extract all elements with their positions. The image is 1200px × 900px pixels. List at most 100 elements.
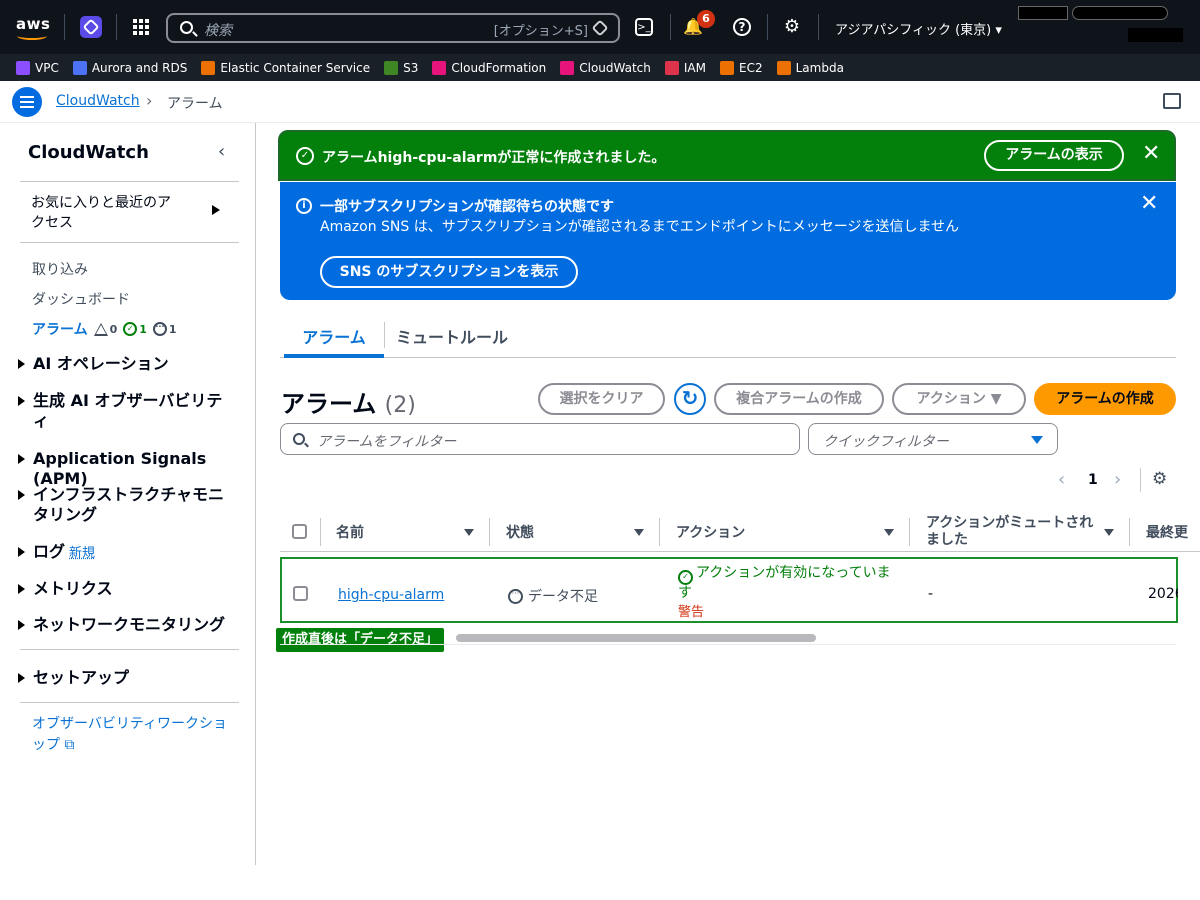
page-title: アラーム (2) xyxy=(281,390,416,418)
sidebar-workshop-link[interactable]: オブザーバビリティワークショップ ⧉ xyxy=(32,714,232,756)
caret-right-icon[interactable] xyxy=(212,205,220,215)
refresh-button[interactable]: ↻ xyxy=(674,383,706,415)
favorite-cloudformation[interactable]: CloudFormation xyxy=(432,60,546,75)
q-search-icon xyxy=(591,19,609,37)
caret-right-icon xyxy=(18,673,25,683)
favorite-ec2[interactable]: EC2 xyxy=(720,60,763,75)
column-header-last-updated[interactable]: 最終更 xyxy=(1146,525,1200,542)
view-alarm-button[interactable]: アラームの表示 xyxy=(984,140,1124,171)
create-composite-alarm-button[interactable]: 複合アラームの作成 xyxy=(714,383,884,415)
aws-logo[interactable]: aws xyxy=(16,15,50,40)
sidebar-section-infrastructure-monitoring[interactable]: インフラストラクチャモニタリング xyxy=(18,485,233,525)
quick-filter-select[interactable]: クイックフィルター xyxy=(808,423,1058,455)
user-redacted[interactable] xyxy=(1128,28,1183,42)
favorite-iam[interactable]: IAM xyxy=(664,60,706,75)
sidebar-section-metrics[interactable]: メトリクス xyxy=(18,579,233,599)
caret-right-icon xyxy=(18,396,25,406)
sidebar-section-genai-observability[interactable]: 生成 AI オブザーバビリティ xyxy=(18,391,233,431)
sort-icon[interactable] xyxy=(634,529,644,536)
create-alarm-button[interactable]: アラームの作成 xyxy=(1034,383,1176,415)
sidebar-section-application-signals[interactable]: Application Signals (APM) xyxy=(18,449,233,489)
view-sns-subscriptions-button[interactable]: SNS のサブスクリプションを表示 xyxy=(320,256,578,288)
account-id-redacted[interactable] xyxy=(1072,6,1168,20)
favorite-aurora-and-rds[interactable]: Aurora and RDS xyxy=(72,60,187,75)
amazon-q-icon[interactable] xyxy=(80,16,102,38)
table-row: high-cpu-alarm ··· データ不足 ✓ アクションが有効になっています… xyxy=(280,557,1178,623)
sidebar-collapse-icon[interactable]: ‹ xyxy=(218,141,225,162)
sort-icon[interactable] xyxy=(1104,529,1114,536)
column-header-name[interactable]: 名前 xyxy=(336,525,364,542)
warning-icon xyxy=(93,322,108,336)
external-link-icon: ⧉ xyxy=(64,737,75,753)
alarm-name-link[interactable]: high-cpu-alarm xyxy=(338,587,444,603)
alarm-state: ··· データ不足 xyxy=(508,586,598,606)
close-icon[interactable]: ✕ xyxy=(1142,142,1160,166)
sidebar-section-ai-operations[interactable]: AI オペレーション xyxy=(18,354,233,374)
sidebar-favorites-recent[interactable]: お気に入りと最近のアクセス xyxy=(31,193,171,233)
global-search-input[interactable]: 検索 [オプション+S] xyxy=(166,13,620,43)
sidebar-title: CloudWatch xyxy=(28,142,149,163)
search-shortcut-hint: [オプション+S] xyxy=(493,24,588,39)
caret-down-icon xyxy=(1031,436,1043,444)
region-selector[interactable]: アジアパシフィック (東京) ▾ xyxy=(835,19,1002,38)
clear-selection-button[interactable]: 選択をクリア xyxy=(538,383,665,415)
new-badge: 新規 xyxy=(69,546,96,561)
info-body: Amazon SNS は、サブスクリプションが確認されるまでエンドポイントにメッ… xyxy=(320,219,960,235)
favorite-cloudwatch[interactable]: CloudWatch xyxy=(560,60,651,75)
side-nav-toggle-button[interactable] xyxy=(12,87,42,117)
alarm-last-updated: 2026 xyxy=(1148,586,1178,602)
tab-mute-rules[interactable]: ミュートルール xyxy=(396,324,508,348)
sort-icon[interactable] xyxy=(884,529,894,536)
caret-right-icon xyxy=(18,359,25,369)
tabs: アラーム ミュートルール xyxy=(280,318,1176,358)
services-menu-icon[interactable] xyxy=(133,19,149,35)
sort-icon[interactable] xyxy=(464,529,474,536)
favorite-vpc[interactable]: VPC xyxy=(16,60,59,75)
favorite-lambda[interactable]: Lambda xyxy=(776,60,844,75)
service-icon xyxy=(776,60,791,75)
column-header-actions[interactable]: アクション xyxy=(676,525,745,542)
select-all-checkbox[interactable] xyxy=(292,524,307,539)
horizontal-scrollbar[interactable] xyxy=(456,634,816,642)
cloudshell-icon[interactable]: >_ xyxy=(635,18,653,36)
previous-page-icon[interactable]: ‹ xyxy=(1058,469,1065,490)
service-icon xyxy=(664,60,679,75)
alarm-actions-status: ✓ アクションが有効になっています xyxy=(678,565,891,601)
favorite-elastic-container-service[interactable]: Elastic Container Service xyxy=(201,60,370,75)
alarm-count: (2) xyxy=(384,393,416,418)
tab-alarms[interactable]: アラーム xyxy=(284,324,384,358)
sidebar-item-alarms[interactable]: アラーム 0 ✓ 1 ··· 1 xyxy=(32,319,177,339)
caret-right-icon xyxy=(18,584,25,594)
sidebar: CloudWatch ‹ お気に入りと最近のアクセス 取り込み ダッシュボード … xyxy=(0,123,256,865)
caret-right-icon xyxy=(18,454,25,464)
table-preferences-gear-icon[interactable]: ⚙ xyxy=(1152,469,1167,489)
sidebar-section-network-monitoring[interactable]: ネットワークモニタリング xyxy=(18,615,233,635)
settings-gear-icon[interactable]: ⚙ xyxy=(782,17,802,37)
row-checkbox[interactable] xyxy=(293,586,308,601)
current-page[interactable]: 1 xyxy=(1088,472,1098,488)
quick-filter-placeholder: クイックフィルター xyxy=(823,434,949,450)
check-circle-icon: ✓ xyxy=(123,322,138,336)
actions-dropdown-button[interactable]: アクション ▼ xyxy=(892,383,1026,415)
next-page-icon[interactable]: › xyxy=(1114,469,1121,490)
feedback-icon[interactable] xyxy=(1163,93,1181,109)
service-icon xyxy=(560,60,575,75)
sidebar-section-setup[interactable]: セットアップ xyxy=(18,668,233,688)
column-header-state[interactable]: 状態 xyxy=(506,525,534,542)
breadcrumb-chevron-icon: › xyxy=(146,91,153,110)
search-icon xyxy=(293,433,305,445)
column-header-actions-muted[interactable]: アクションがミュートされました xyxy=(926,515,1098,549)
close-icon[interactable]: ✕ xyxy=(1140,192,1158,216)
help-icon[interactable]: ? xyxy=(733,18,751,36)
alarm-filter-input[interactable]: アラームをフィルター xyxy=(280,423,800,455)
sidebar-section-logs[interactable]: ログ 新規 xyxy=(18,542,233,564)
account-redacted[interactable] xyxy=(1018,6,1068,20)
info-title: 一部サブスクリプションが確認待ちの状態です xyxy=(320,199,614,215)
caret-right-icon xyxy=(18,490,25,500)
breadcrumb-cloudwatch-link[interactable]: CloudWatch xyxy=(56,93,140,109)
favorite-s3[interactable]: S3 xyxy=(384,60,418,75)
success-flash-banner: ✓ アラームhigh-cpu-alarmが正常に作成されました。 アラームの表示… xyxy=(278,130,1176,181)
sidebar-item-dashboards[interactable]: ダッシュボード xyxy=(32,289,130,309)
sidebar-item-ingestion[interactable]: 取り込み xyxy=(32,259,88,279)
success-check-icon: ✓ xyxy=(296,147,314,165)
